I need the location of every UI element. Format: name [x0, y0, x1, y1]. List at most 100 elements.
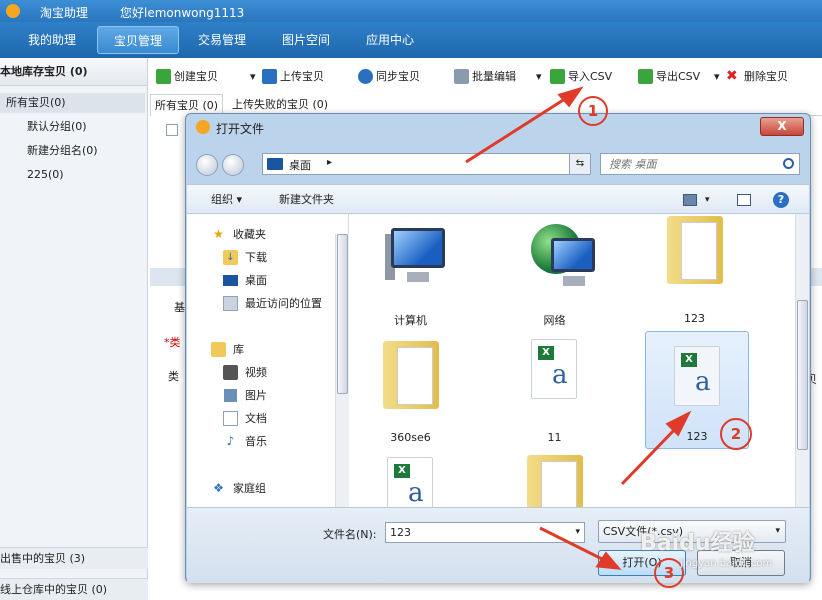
- dialog-title-bar: 打开文件 X: [186, 114, 810, 140]
- nav-libraries[interactable]: 库: [211, 341, 244, 359]
- batch-edit-dropdown-arrow[interactable]: ▾: [530, 67, 542, 87]
- nav-music[interactable]: ♪ 音乐: [223, 433, 267, 451]
- import-csv-button[interactable]: 导入CSV: [548, 67, 612, 87]
- create-item-button[interactable]: 创建宝贝: [154, 67, 218, 87]
- marker-2: 2: [720, 418, 752, 450]
- csv-file-icon: Xa: [387, 457, 433, 507]
- nav-favorites[interactable]: ★ 收藏夹: [211, 226, 266, 244]
- file-item-folder-partial[interactable]: [507, 451, 602, 507]
- file-pane-scroll-thumb[interactable]: [797, 300, 808, 450]
- app-title: 淘宝助理: [40, 6, 89, 20]
- filename-input[interactable]: 123 ▾: [385, 522, 585, 543]
- dialog-title: 打开文件: [216, 122, 265, 136]
- nav-pane-scroll-thumb[interactable]: [337, 234, 348, 394]
- close-button[interactable]: X: [760, 117, 804, 136]
- main-nav: 我的助理 宝贝管理 交易管理 图片空间 应用中心: [0, 22, 822, 58]
- sidebar-item-default-group[interactable]: 默认分组(0): [27, 117, 87, 137]
- file-item-computer[interactable]: 计算机: [363, 216, 458, 334]
- sidebar-warehouse[interactable]: 线上仓库中的宝贝 (0): [0, 578, 148, 600]
- user-greeting: 您好lemonwong1113: [120, 6, 245, 20]
- upload-item-button[interactable]: 上传宝贝: [260, 67, 324, 87]
- forward-button[interactable]: [222, 154, 244, 176]
- nav-pictures[interactable]: 图片: [223, 387, 267, 405]
- help-icon[interactable]: ?: [773, 192, 789, 208]
- category-required-fragment: *类: [164, 336, 181, 349]
- nav-recent-places[interactable]: 最近访问的位置: [223, 295, 322, 313]
- recent-places-icon: [223, 296, 238, 311]
- create-dropdown-arrow[interactable]: ▾: [244, 67, 256, 87]
- desktop-location-icon: [267, 158, 283, 170]
- file-item-csv-partial[interactable]: Xa: [363, 451, 458, 507]
- file-item-csv-11[interactable]: Xa 11: [507, 333, 602, 451]
- nav-music-label: 音乐: [245, 435, 267, 448]
- nav-videos-label: 视频: [245, 366, 267, 379]
- search-input[interactable]: [601, 154, 777, 174]
- filename-value: 123: [390, 526, 411, 539]
- delete-item-button[interactable]: ✖ 删除宝贝: [724, 67, 788, 87]
- export-csv-icon: [638, 69, 653, 84]
- watermark-brand: Baidu经验: [640, 531, 755, 556]
- export-csv-button[interactable]: 导出CSV: [636, 67, 700, 87]
- new-folder-button[interactable]: 新建文件夹: [279, 192, 334, 208]
- batch-edit-label: 批量编辑: [472, 70, 516, 83]
- sidebar-item-new-group[interactable]: 新建分组名(0): [27, 141, 98, 161]
- create-item-label: 创建宝贝: [174, 70, 218, 83]
- sidebar-on-sale[interactable]: 出售中的宝贝 (3): [0, 547, 148, 569]
- taobao-assistant-app: 淘宝助理 您好lemonwong1113 我的助理 宝贝管理 交易管理 图片空间…: [0, 0, 822, 600]
- view-options-icon[interactable]: [683, 194, 697, 206]
- view-dropdown-icon[interactable]: ▾: [705, 192, 710, 208]
- batch-edit-button[interactable]: 批量编辑: [452, 67, 516, 87]
- export-dropdown-arrow[interactable]: ▾: [708, 67, 720, 87]
- nav-tab-image-space[interactable]: 图片空间: [268, 26, 344, 54]
- csv-file-icon: Xa: [674, 346, 720, 406]
- file-list-pane: 计算机 网络 123 360se6 Xa 11 Xa 123 X a: [349, 214, 809, 507]
- nav-tab-trade-management[interactable]: 交易管理: [184, 26, 260, 54]
- file-item-folder-123[interactable]: 123: [647, 216, 742, 334]
- nav-pane-scrollbar[interactable]: [335, 234, 349, 507]
- nav-homegroup[interactable]: ❖ 家庭组: [211, 480, 266, 498]
- import-csv-icon: [550, 69, 565, 84]
- refresh-button[interactable]: ⇆: [569, 153, 591, 175]
- desktop-icon: [223, 275, 238, 286]
- picture-icon: [223, 388, 238, 403]
- filename-dropdown-icon[interactable]: ▾: [575, 523, 580, 542]
- nav-desktop-label: 桌面: [245, 274, 267, 287]
- filename-label: 文件名(N):: [323, 528, 377, 541]
- file-item-label: 11: [547, 431, 562, 444]
- video-icon: [223, 365, 238, 380]
- select-all-checkbox[interactable]: [166, 124, 178, 136]
- file-item-network[interactable]: 网络: [507, 216, 602, 334]
- nav-downloads[interactable]: ↓ 下载: [223, 249, 267, 267]
- computer-icon: [385, 224, 447, 286]
- organize-menu[interactable]: 组织 ▾: [211, 192, 242, 208]
- nav-tab-my-assistant[interactable]: 我的助理: [14, 26, 90, 54]
- file-item-folder-360se6[interactable]: 360se6: [363, 333, 458, 451]
- item-toolbar: 创建宝贝 ▾ 上传宝贝 同步宝贝 批量编辑 ▾ 导入CSV 导出CSV ▾ ✖ 删…: [150, 62, 822, 92]
- folder-icon: [383, 341, 439, 409]
- sidebar-item-225[interactable]: 225(0): [27, 165, 64, 185]
- nav-desktop[interactable]: 桌面: [223, 272, 267, 290]
- left-sidebar: 本地库存宝贝 (0) 所有宝贝(0) 默认分组(0) 新建分组名(0) 225(…: [0, 58, 148, 600]
- nav-recent-places-label: 最近访问的位置: [245, 297, 322, 310]
- nav-documents-label: 文档: [245, 412, 267, 425]
- back-button[interactable]: [196, 154, 218, 176]
- file-item-label: 计算机: [394, 314, 427, 327]
- sync-item-label: 同步宝贝: [376, 70, 420, 83]
- taobao-logo-icon: [196, 120, 210, 134]
- star-icon: ★: [213, 227, 224, 241]
- sync-item-button[interactable]: 同步宝贝: [356, 67, 420, 87]
- nav-downloads-label: 下载: [245, 251, 267, 264]
- search-icon[interactable]: [783, 158, 794, 169]
- preview-pane-icon[interactable]: [737, 194, 751, 206]
- open-file-dialog: 打开文件 X 桌面 ▸ ▾ ⇆ 组织 ▾ 新建文件夹 ▾ ?: [185, 113, 811, 583]
- nav-videos[interactable]: 视频: [223, 364, 267, 382]
- address-bar[interactable]: 桌面 ▸ ▾: [262, 153, 587, 175]
- sidebar-item-all[interactable]: 所有宝贝(0): [0, 93, 145, 113]
- nav-tab-item-management[interactable]: 宝贝管理: [97, 26, 179, 54]
- nav-documents[interactable]: 文档: [223, 410, 267, 428]
- nav-homegroup-label: 家庭组: [233, 482, 266, 495]
- file-pane-scrollbar[interactable]: [795, 214, 809, 507]
- title-bar: 淘宝助理 您好lemonwong1113: [0, 0, 822, 22]
- nav-tab-app-center[interactable]: 应用中心: [352, 26, 428, 54]
- file-item-label: 网络: [543, 314, 566, 327]
